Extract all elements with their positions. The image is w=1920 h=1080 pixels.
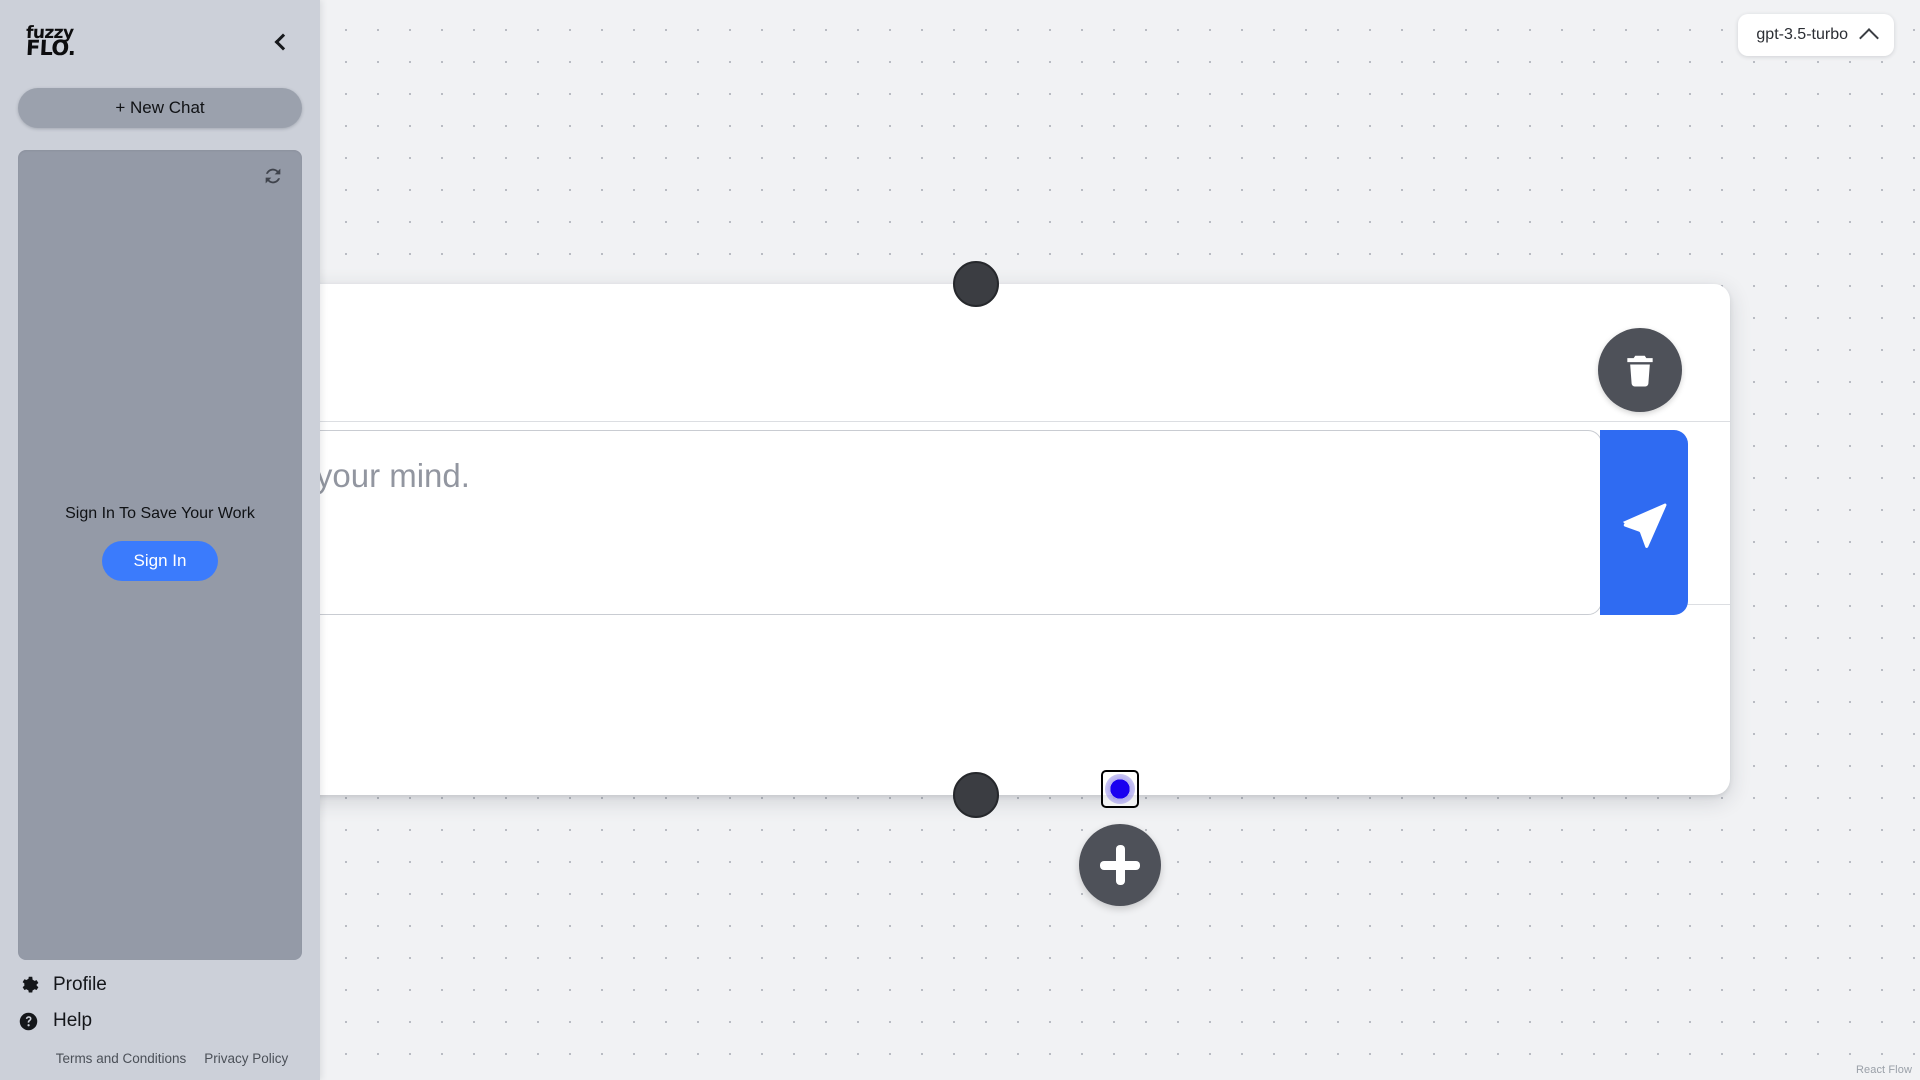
flow-canvas[interactable]: gpt-3.5-turbo What's on your mind. bbox=[320, 0, 1920, 1080]
sidebar-header: fuzzy FLO. bbox=[0, 0, 320, 84]
new-chat-button[interactable]: + New Chat bbox=[18, 88, 302, 128]
privacy-link[interactable]: Privacy Policy bbox=[204, 1051, 288, 1066]
app-root: gpt-3.5-turbo What's on your mind. bbox=[0, 0, 1920, 1080]
chevron-up-icon bbox=[1859, 27, 1879, 48]
sidebar-item-help-label: Help bbox=[53, 1010, 93, 1031]
model-selector[interactable]: gpt-3.5-turbo bbox=[1738, 14, 1894, 56]
chat-history-panel[interactable]: Sign In To Save Your Work Sign In bbox=[18, 150, 302, 960]
terms-link[interactable]: Terms and Conditions bbox=[56, 1051, 187, 1066]
trash-icon bbox=[1627, 355, 1653, 387]
signin-prompt-label: Sign In To Save Your Work bbox=[65, 505, 255, 522]
legal-links: Terms and Conditions Privacy Policy bbox=[0, 1039, 320, 1066]
connection-handle-bottom[interactable] bbox=[953, 772, 999, 818]
sidebar-footer: Profile Help Terms and Conditions Privac… bbox=[0, 967, 320, 1080]
collapse-sidebar-button[interactable] bbox=[264, 25, 298, 59]
sidebar-item-help[interactable]: Help bbox=[0, 1003, 320, 1039]
sidebar-item-profile[interactable]: Profile bbox=[0, 967, 320, 1003]
react-flow-attribution[interactable]: React Flow bbox=[1856, 1064, 1912, 1076]
prompt-input-row: What's on your mind. bbox=[320, 430, 1688, 615]
send-button[interactable] bbox=[1600, 430, 1688, 615]
cursor-ring-icon bbox=[1105, 774, 1135, 804]
prompt-input[interactable]: What's on your mind. bbox=[320, 430, 1602, 615]
question-circle-icon bbox=[19, 1012, 38, 1030]
mouse-cursor-indicator bbox=[1101, 770, 1139, 808]
add-node-button[interactable] bbox=[1079, 824, 1161, 906]
signin-prompt-block: Sign In To Save Your Work Sign In bbox=[18, 505, 302, 581]
prompt-placeholder-text: What's on your mind. bbox=[320, 457, 470, 494]
connection-handle-top[interactable] bbox=[953, 261, 999, 307]
chevron-left-icon bbox=[274, 33, 292, 51]
delete-node-button[interactable] bbox=[1598, 328, 1682, 412]
logo-line-2: FLO. bbox=[25, 36, 76, 61]
prompt-node-card[interactable]: What's on your mind. bbox=[320, 261, 1730, 818]
sidebar-item-profile-label: Profile bbox=[53, 974, 107, 995]
send-paper-plane-icon bbox=[1622, 503, 1667, 548]
node-divider-upper bbox=[320, 421, 1730, 422]
sign-in-button[interactable]: Sign In bbox=[101, 541, 219, 581]
refresh-icon bbox=[265, 168, 281, 183]
app-logo: fuzzy FLO. bbox=[25, 23, 76, 61]
gear-icon bbox=[22, 976, 39, 992]
plus-icon-vertical bbox=[1115, 845, 1125, 885]
model-selector-value: gpt-3.5-turbo bbox=[1756, 26, 1848, 43]
sidebar: fuzzy FLO. + New Chat Sign In To Save Yo… bbox=[0, 0, 320, 1080]
refresh-history-button[interactable] bbox=[260, 164, 286, 190]
